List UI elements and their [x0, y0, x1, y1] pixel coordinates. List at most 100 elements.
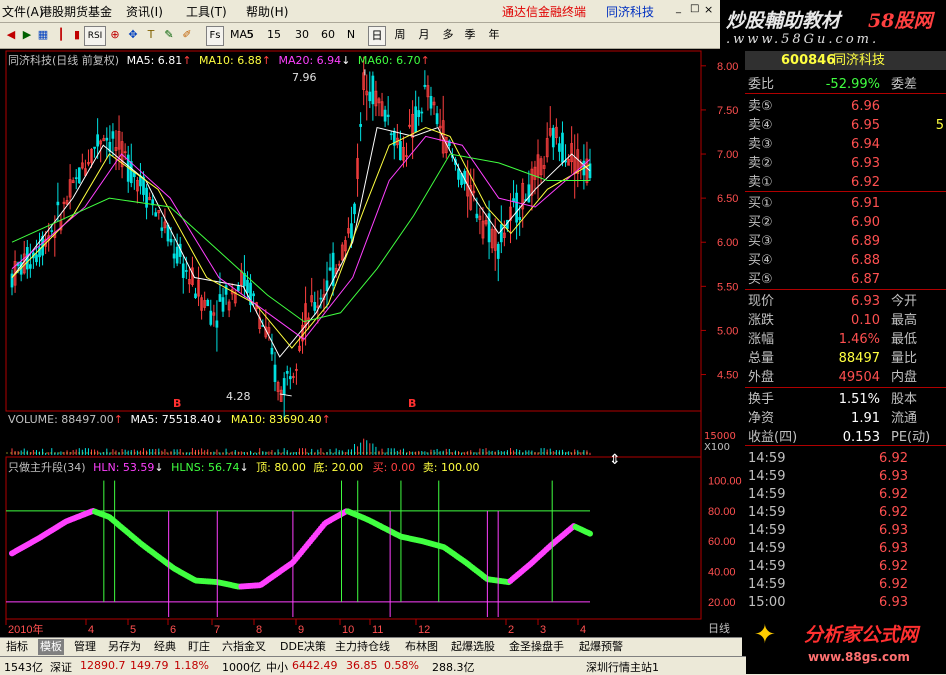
stat-value: 49504 — [838, 370, 880, 385]
bid-price: 6.87 — [851, 272, 880, 287]
status-amount-2: 1000亿 — [222, 661, 261, 674]
candle-body — [236, 286, 240, 292]
ma20-value: MA20: 6.94 — [278, 54, 342, 67]
candle-body — [328, 267, 332, 271]
text-icon[interactable]: T — [144, 26, 158, 44]
candle-body — [288, 376, 292, 380]
candle-body — [389, 133, 393, 136]
tab-10[interactable]: 起爆选股 — [449, 639, 497, 655]
period-day[interactable]: 日 — [368, 26, 386, 46]
bars-icon[interactable]: ┃ — [54, 26, 68, 44]
pencil-icon[interactable]: ✐ — [180, 26, 194, 44]
date-axis-label: 8 — [256, 624, 262, 636]
tab-9[interactable]: 布林图 — [403, 639, 440, 655]
candle-body — [215, 320, 219, 328]
period-5min[interactable]: 5 — [244, 26, 256, 44]
move-icon[interactable]: ✥ — [126, 26, 140, 44]
date-axis-label: 10 — [342, 624, 354, 636]
candle-body — [435, 113, 439, 125]
period-month[interactable]: 月 — [416, 26, 432, 44]
bid-price: 6.91 — [851, 196, 880, 211]
tab-7[interactable]: DDE决策 — [278, 639, 328, 655]
stat-label: 涨幅 — [748, 332, 775, 347]
period-week[interactable]: 周 — [392, 26, 408, 44]
back-icon[interactable]: ◀ — [4, 26, 18, 44]
tick-price: 6.93 — [879, 523, 908, 538]
tab-8[interactable]: 主力持仓线 — [333, 639, 392, 655]
banner-logo: 炒股輔助教材 58股网 .www.58Gu.com. — [720, 0, 946, 48]
date-axis-label: 3 — [540, 624, 546, 636]
bid-price: 6.89 — [851, 234, 880, 249]
rsi-button[interactable]: RSI — [84, 26, 106, 46]
status-index2-value: 6442.49 — [292, 659, 338, 672]
tab-3[interactable]: 另存为 — [106, 639, 143, 655]
bid-row: 买① 6.91 — [745, 194, 946, 213]
down-arrow-icon: ↓ — [214, 413, 224, 426]
candle-body — [399, 141, 402, 161]
period-quarter[interactable]: 季 — [462, 26, 478, 44]
high-price-label: 7.96 — [292, 71, 317, 84]
weibi-label: 委比 — [748, 77, 775, 92]
candle-body — [105, 137, 109, 141]
date-axis-label: 7 — [214, 624, 220, 636]
period-n[interactable]: N — [345, 26, 357, 44]
tab-0[interactable]: 指标 — [4, 639, 30, 655]
candle-body — [423, 84, 427, 87]
period-60min[interactable]: 60 — [320, 26, 336, 44]
period-30min[interactable]: 30 — [294, 26, 310, 44]
ask-row: 卖④ 6.95 5 — [745, 116, 946, 135]
candle-body — [313, 302, 317, 311]
candlesticks — [10, 56, 592, 419]
candle-body — [527, 184, 531, 203]
period-15min[interactable]: 15 — [266, 26, 282, 44]
panel-divider — [745, 387, 946, 388]
candle-body — [457, 168, 460, 180]
candle-body — [221, 297, 225, 312]
candle-body — [74, 177, 78, 179]
close-icon[interactable]: × — [704, 3, 713, 16]
period-year[interactable]: 年 — [486, 26, 502, 44]
draw-icon[interactable]: ✎ — [162, 26, 176, 44]
tab-5[interactable]: 盯庄 — [186, 639, 212, 655]
menu-futures[interactable]: 港股期货基金 — [40, 3, 112, 20]
up-arrow-icon: ↑ — [321, 413, 331, 426]
tab-12[interactable]: 起爆预警 — [577, 639, 625, 655]
tab-4[interactable]: 经典 — [152, 639, 178, 655]
tab-6[interactable]: 六指金叉 — [220, 639, 268, 655]
minimize-icon[interactable]: _ — [676, 3, 681, 14]
menu-file[interactable]: 文件(A) — [2, 3, 44, 20]
candle-body — [319, 297, 323, 300]
indicator-axis-label: 100.00 — [708, 476, 742, 488]
tab-2[interactable]: 管理 — [72, 639, 98, 655]
price-header: 同济科技(日线 前复权) MA5: 6.81↑ MA10: 6.88↑ MA20… — [8, 52, 430, 68]
fs-button[interactable]: Fs — [206, 26, 224, 46]
period-multi[interactable]: 多 — [440, 26, 456, 44]
chart-icon[interactable]: ▮ — [70, 26, 84, 44]
price-pane-frame — [5, 50, 702, 412]
forward-icon[interactable]: ▶ — [20, 26, 34, 44]
ask-price: 6.92 — [851, 175, 880, 190]
candle-body — [218, 294, 222, 302]
tick-row: 14:59 6.92 — [745, 503, 946, 522]
main-chart[interactable]: 8.00 7.50 7.00 6.50 6.00 5.50 5.00 4.50 100.00 8… — [0, 49, 742, 637]
candle-body — [209, 310, 213, 325]
panel-divider — [745, 445, 946, 446]
tab-1[interactable]: 模板 — [38, 639, 64, 655]
menu-help[interactable]: 帮助(H) — [246, 3, 288, 20]
candle-body — [172, 253, 176, 259]
zoom-in-icon[interactable]: ⊕ — [108, 26, 122, 44]
candle-body — [518, 217, 522, 221]
candle-body — [194, 293, 197, 299]
candle-body — [420, 111, 424, 114]
ma60-value: MA60: 6.70 — [357, 54, 421, 67]
tab-11[interactable]: 金圣操盘手 — [507, 639, 566, 655]
menu-tools[interactable]: 工具(T) — [186, 3, 227, 20]
stat2-extra-label: 股本 — [891, 392, 918, 407]
up-arrow-icon: ↑ — [113, 413, 123, 426]
ask-label: 卖④ — [748, 118, 773, 133]
period-1min[interactable]: MA5 — [230, 26, 254, 44]
grid-icon[interactable]: ▦ — [36, 26, 50, 44]
menu-info[interactable]: 资讯(I) — [126, 3, 163, 20]
stat-value: 88497 — [838, 351, 880, 366]
maximize-icon[interactable]: □ — [690, 3, 699, 14]
